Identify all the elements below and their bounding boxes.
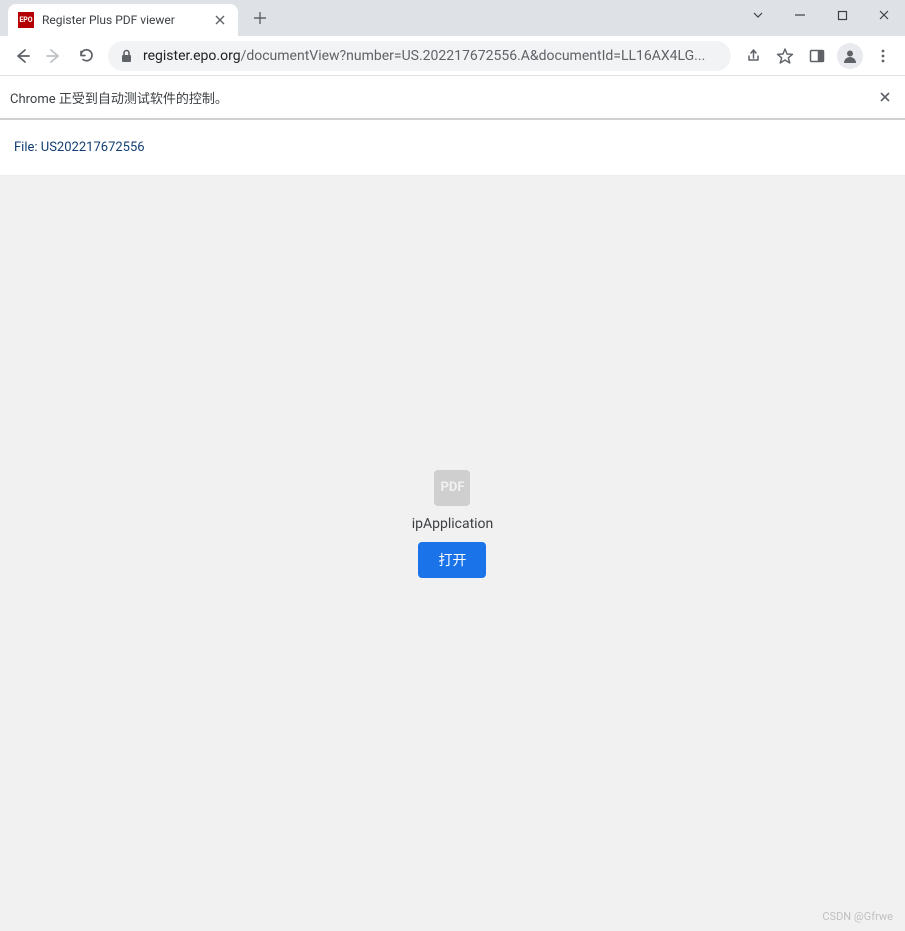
person-icon bbox=[841, 47, 859, 65]
lock-icon bbox=[120, 49, 133, 63]
pdf-filename: ipApplication bbox=[412, 516, 494, 532]
arrow-right-icon bbox=[45, 47, 63, 65]
tab-favicon: EPO bbox=[18, 12, 34, 28]
chevron-down-icon bbox=[752, 9, 764, 21]
browser-tab[interactable]: EPO Register Plus PDF viewer bbox=[8, 4, 238, 36]
window-minimize[interactable] bbox=[779, 0, 821, 30]
panel-icon bbox=[809, 48, 825, 64]
profile-button[interactable] bbox=[837, 43, 863, 69]
new-tab-button[interactable] bbox=[246, 4, 274, 32]
bookmark-button[interactable] bbox=[769, 40, 801, 72]
arrow-left-icon bbox=[13, 47, 31, 65]
url-path: /documentView?number=US.202217672556.A&d… bbox=[241, 48, 706, 64]
file-label: File: US202217672556 bbox=[14, 140, 145, 155]
window-controls bbox=[737, 0, 905, 30]
window-dropdown[interactable] bbox=[737, 0, 779, 30]
pdf-viewer-area: PDF ipApplication 打开 CSDN @Gfrwe bbox=[0, 176, 905, 931]
window-close[interactable] bbox=[863, 0, 905, 30]
maximize-icon bbox=[837, 10, 848, 21]
pdf-placeholder: PDF ipApplication 打开 bbox=[412, 470, 494, 578]
address-bar[interactable]: register.epo.org/documentView?number=US.… bbox=[108, 41, 731, 71]
titlebar: EPO Register Plus PDF viewer bbox=[0, 0, 905, 36]
infobar-message: Chrome 正受到自动测试软件的控制。 bbox=[10, 88, 228, 107]
reload-button[interactable] bbox=[70, 40, 102, 72]
forward-button[interactable] bbox=[38, 40, 70, 72]
reload-icon bbox=[78, 47, 95, 64]
back-button[interactable] bbox=[6, 40, 38, 72]
side-panel-button[interactable] bbox=[801, 40, 833, 72]
plus-icon bbox=[253, 11, 267, 25]
infobar-close-button[interactable] bbox=[875, 87, 895, 107]
star-icon bbox=[776, 47, 794, 65]
menu-button[interactable] bbox=[867, 40, 899, 72]
browser-toolbar: register.epo.org/documentView?number=US.… bbox=[0, 36, 905, 76]
automation-infobar: Chrome 正受到自动测试软件的控制。 bbox=[0, 76, 905, 120]
share-button[interactable] bbox=[737, 40, 769, 72]
close-icon bbox=[879, 91, 891, 103]
watermark: CSDN @Gfrwe bbox=[822, 910, 893, 923]
pdf-icon: PDF bbox=[434, 470, 470, 506]
minimize-icon bbox=[794, 9, 806, 21]
close-icon bbox=[215, 15, 225, 25]
dots-vertical-icon bbox=[875, 48, 891, 64]
open-button[interactable]: 打开 bbox=[418, 542, 486, 578]
tab-title: Register Plus PDF viewer bbox=[42, 13, 204, 27]
tab-close-button[interactable] bbox=[212, 12, 228, 28]
window-maximize[interactable] bbox=[821, 0, 863, 30]
close-icon bbox=[878, 9, 890, 21]
share-icon bbox=[745, 47, 762, 64]
content-header: File: US202217672556 bbox=[0, 120, 905, 176]
url-host: register.epo.org bbox=[143, 48, 241, 64]
